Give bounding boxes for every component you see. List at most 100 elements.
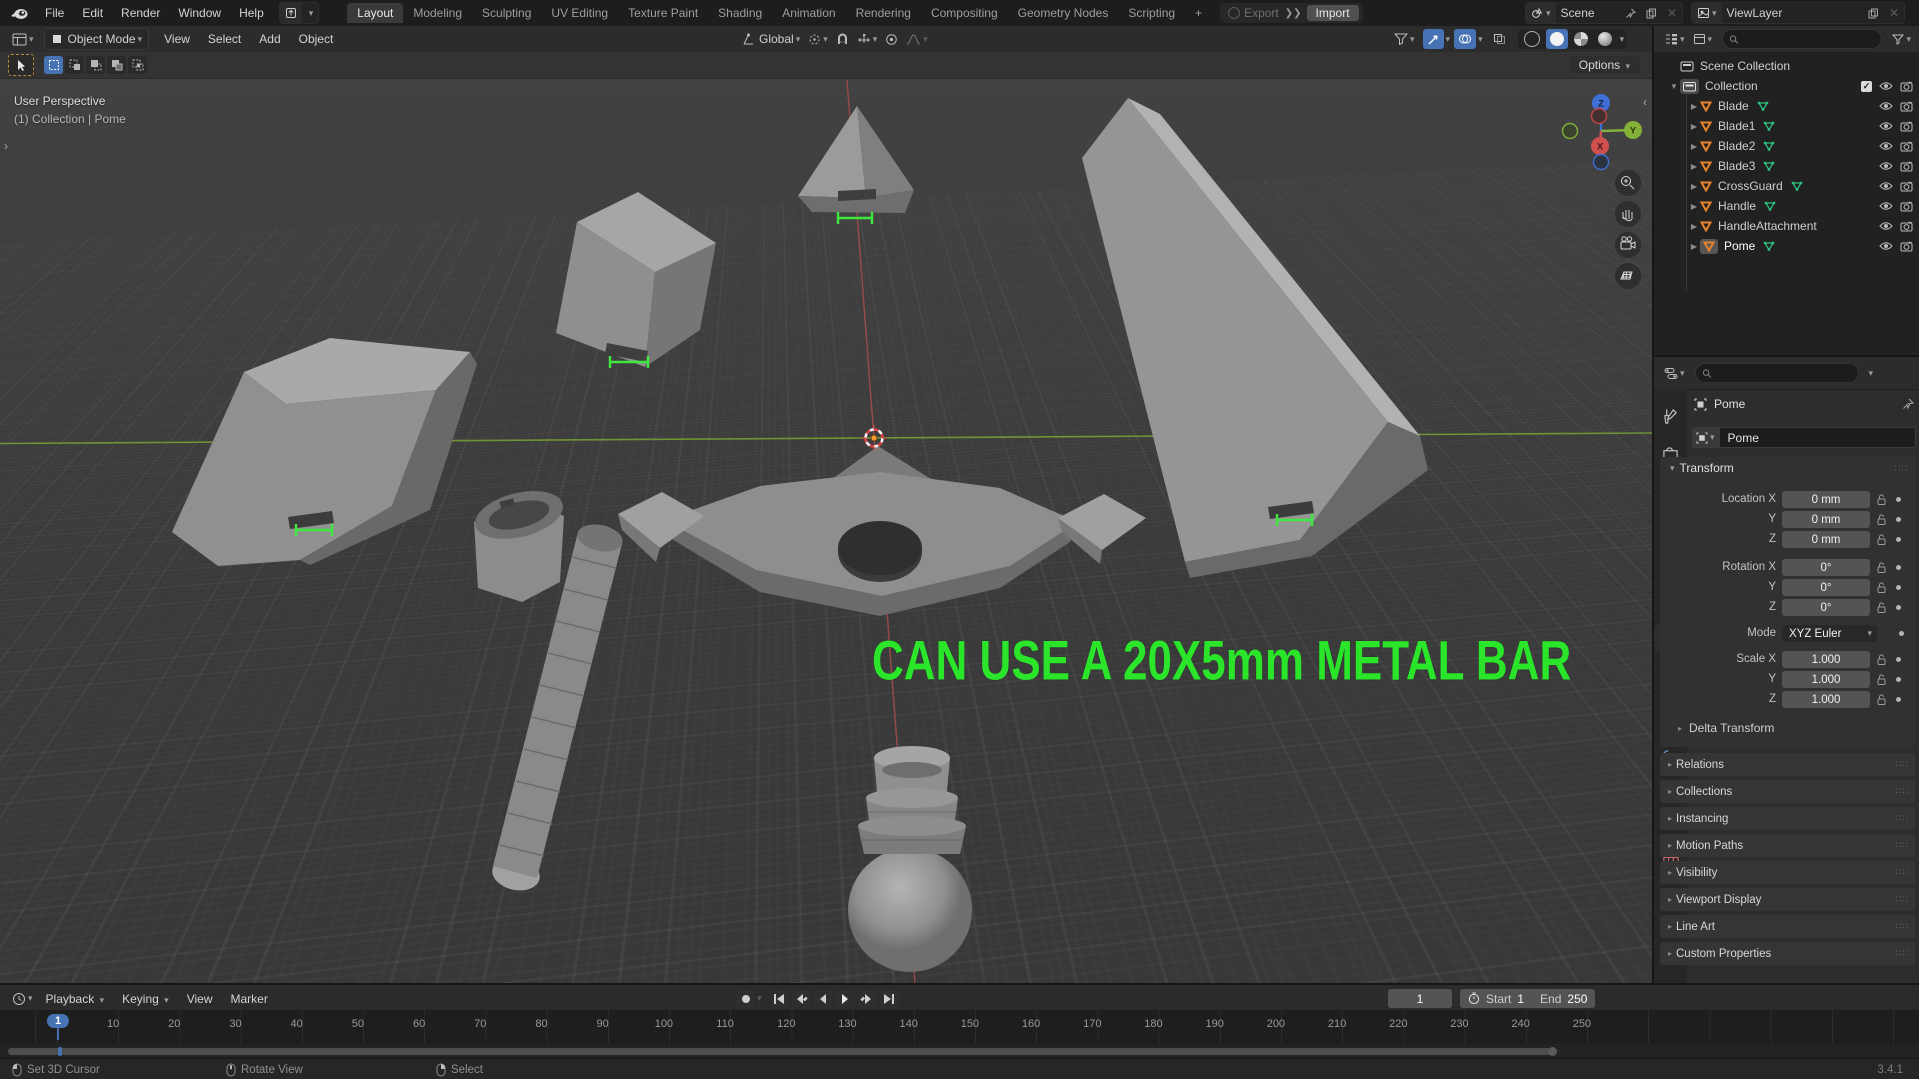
ruler-frame-150[interactable]: 150: [961, 1018, 979, 1030]
disclosure-closed-icon[interactable]: ▶: [1688, 122, 1700, 131]
mode-dropdown[interactable]: Object Mode ▾: [43, 28, 150, 50]
pan-button[interactable]: [1615, 201, 1641, 227]
pin-icon[interactable]: [1620, 3, 1641, 23]
copy-icon[interactable]: [1641, 3, 1662, 23]
workspace-tab-texture-paint[interactable]: Texture Paint: [618, 3, 708, 23]
workspace-tab-scripting[interactable]: Scripting: [1118, 3, 1185, 23]
rotation-z-field[interactable]: 0°: [1782, 599, 1870, 616]
outliner-row-blade3[interactable]: ▶ Blade3: [1654, 156, 1919, 176]
close-icon[interactable]: ✕: [1662, 3, 1682, 23]
active-tool-select-box[interactable]: [8, 54, 34, 76]
falloff-dropdown[interactable]: ▾: [902, 29, 932, 49]
menu-add[interactable]: Add: [250, 32, 289, 46]
ruler-frame-250[interactable]: 250: [1573, 1018, 1591, 1030]
end-value[interactable]: 250: [1567, 992, 1587, 1006]
camera-icon[interactable]: [1900, 101, 1913, 112]
unlock-icon[interactable]: [1876, 581, 1887, 594]
animate-dot-icon[interactable]: [1896, 565, 1901, 570]
stopwatch-icon[interactable]: [1468, 992, 1480, 1005]
pin-icon[interactable]: [1902, 398, 1914, 410]
select-mode-subtract[interactable]: [86, 56, 105, 74]
unlock-icon[interactable]: [1876, 693, 1887, 706]
outliner-row-blade[interactable]: ▶ Blade: [1654, 96, 1919, 116]
proportional-editing-toggle[interactable]: [881, 29, 902, 49]
shading-rendered-button[interactable]: [1594, 29, 1616, 49]
eye-icon[interactable]: [1879, 101, 1893, 111]
unlock-icon[interactable]: [1876, 513, 1887, 526]
disclosure-open-icon[interactable]: ▼: [1668, 82, 1680, 91]
gizmo-z-neg-axis[interactable]: [1592, 153, 1610, 171]
mesh-blade2-block[interactable]: [556, 192, 716, 367]
menu-window[interactable]: Window: [169, 6, 230, 20]
animate-dot-icon[interactable]: [1896, 517, 1901, 522]
ruler-frame-170[interactable]: 170: [1083, 1018, 1101, 1030]
panel-viewport-display[interactable]: ▸ Viewport Display ∷∷: [1660, 888, 1915, 911]
sidebar-collapse-arrow[interactable]: ‹: [1643, 95, 1647, 109]
snap-with-dropdown[interactable]: ▾: [853, 29, 882, 49]
menu-marker[interactable]: Marker: [221, 992, 276, 1006]
properties-options-chevron[interactable]: ▾: [1869, 368, 1874, 379]
mesh-blade-right[interactable]: [1082, 98, 1428, 578]
scene-selector[interactable]: ▾ Scene ✕: [1525, 2, 1683, 24]
copy-icon[interactable]: [1863, 3, 1884, 23]
object-name-field[interactable]: Pome: [1718, 427, 1916, 448]
workspace-tab-layout[interactable]: Layout: [347, 3, 404, 23]
scale-x-field[interactable]: 1.000: [1782, 651, 1870, 668]
outliner-editor-icon[interactable]: ▾: [1660, 29, 1689, 49]
ruler-frame-90[interactable]: 90: [597, 1018, 609, 1030]
rotation-mode-dropdown[interactable]: XYZ Euler ▾: [1782, 625, 1877, 642]
pivot-point-dropdown[interactable]: ▾: [804, 29, 832, 49]
panel-relations[interactable]: ▸ Relations ∷∷: [1660, 753, 1915, 776]
ruler-frame-10[interactable]: 10: [107, 1018, 119, 1030]
gizmo-y-neg-axis[interactable]: [1561, 122, 1579, 140]
publish-button[interactable]: ▾: [278, 2, 320, 24]
ruler-frame-130[interactable]: 130: [838, 1018, 856, 1030]
disclosure-closed-icon[interactable]: ▶: [1688, 202, 1700, 211]
timeline-scrollbar[interactable]: [8, 1048, 1556, 1055]
properties-editor-icon[interactable]: ▾: [1660, 363, 1689, 383]
ruler-frame-60[interactable]: 60: [413, 1018, 425, 1030]
start-value[interactable]: 1: [1517, 992, 1534, 1006]
animate-dot-icon[interactable]: [1896, 497, 1901, 502]
gizmos-toggle[interactable]: [1422, 29, 1444, 49]
transform-panel-header[interactable]: ▾ Transform ∷∷: [1668, 461, 1908, 475]
visibility-dropdown[interactable]: ▾: [1390, 29, 1419, 49]
ruler-frame-50[interactable]: 50: [352, 1018, 364, 1030]
outliner-row-collection[interactable]: ▼ Collection ✓: [1654, 76, 1919, 96]
ruler-frame-80[interactable]: 80: [535, 1018, 547, 1030]
ruler-frame-100[interactable]: 100: [655, 1018, 673, 1030]
next-keyframe-button[interactable]: [857, 989, 877, 1008]
rotation-x-field[interactable]: 0°: [1782, 559, 1870, 576]
menu-edit[interactable]: Edit: [73, 6, 112, 20]
ruler-frame-120[interactable]: 120: [777, 1018, 795, 1030]
navigation-gizmo[interactable]: Z Y X: [1561, 94, 1643, 171]
workspace-tab-uv-editing[interactable]: UV Editing: [541, 3, 618, 23]
ruler-frame-70[interactable]: 70: [474, 1018, 486, 1030]
mesh-handle-attachment[interactable]: [470, 483, 568, 602]
menu-view[interactable]: View: [155, 32, 199, 46]
menu-help[interactable]: Help: [230, 6, 273, 20]
menu-object[interactable]: Object: [290, 32, 343, 46]
import-button[interactable]: Import: [1306, 5, 1359, 21]
shading-wireframe-button[interactable]: [1520, 29, 1544, 49]
location-z-field[interactable]: 0 mm: [1782, 531, 1870, 548]
unlock-icon[interactable]: [1876, 493, 1887, 506]
ruler-frame-160[interactable]: 160: [1022, 1018, 1040, 1030]
camera-icon[interactable]: [1900, 201, 1913, 212]
gizmo-x-neg-axis[interactable]: [1590, 107, 1608, 125]
scale-z-field[interactable]: 1.000: [1782, 691, 1870, 708]
animate-dot-icon[interactable]: [1896, 537, 1901, 542]
menu-tl-view[interactable]: View: [178, 992, 222, 1006]
outliner-row-handle[interactable]: ▶ Handle: [1654, 196, 1919, 216]
ruler-frame-230[interactable]: 230: [1450, 1018, 1468, 1030]
panel-collections[interactable]: ▸ Collections ∷∷: [1660, 780, 1915, 803]
disclosure-closed-icon[interactable]: ▶: [1688, 242, 1700, 251]
add-workspace-button[interactable]: +: [1185, 3, 1212, 23]
object-id-icon[interactable]: ▾: [1692, 427, 1719, 448]
outliner-filter-icon[interactable]: ▾: [1888, 29, 1915, 49]
menu-render[interactable]: Render: [112, 6, 169, 20]
editor-type-icon[interactable]: ▾: [8, 29, 38, 49]
scrollbar-zoom-handle[interactable]: [1548, 1047, 1557, 1056]
blender-logo-icon[interactable]: [10, 6, 28, 20]
animate-dot-icon[interactable]: [1896, 697, 1901, 702]
